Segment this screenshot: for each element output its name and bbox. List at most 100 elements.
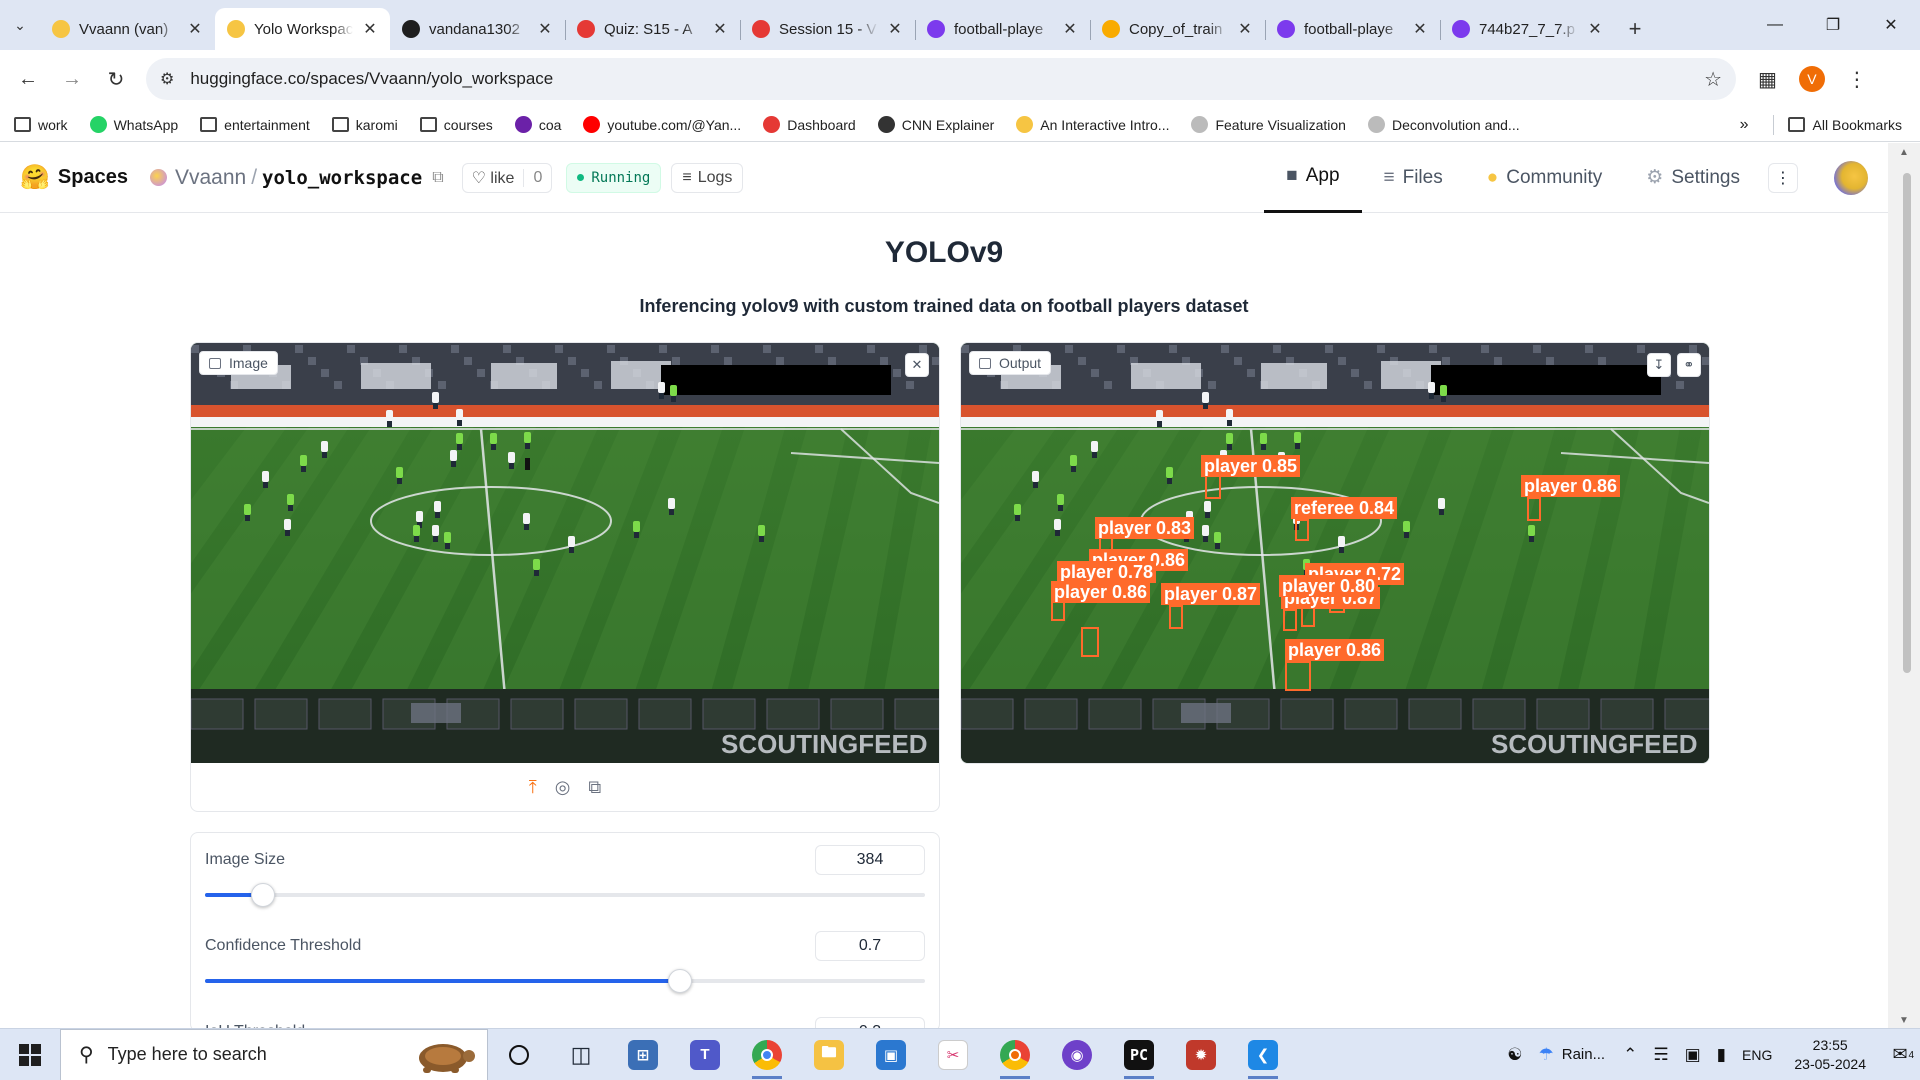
nav-tab-files[interactable]: ≡ Files (1362, 143, 1465, 213)
browser-tab[interactable]: vandana1302 ✕ (390, 8, 565, 50)
bookmark-item[interactable]: Feature Visualization (1191, 116, 1346, 133)
close-tab-icon[interactable]: ✕ (712, 19, 728, 39)
slider-number-input[interactable]: 0.7 (815, 931, 925, 961)
close-window-button[interactable]: ✕ (1862, 0, 1920, 50)
bookmark-item[interactable]: coa (514, 116, 561, 133)
webcam-icon[interactable]: ◎ (555, 777, 571, 798)
clipboard-icon[interactable]: ⧉ (588, 777, 601, 798)
bookmark-item[interactable]: An Interactive Intro... (1016, 116, 1169, 133)
input-football-image[interactable]: SCOUTINGFEED (191, 343, 939, 763)
close-tab-icon[interactable]: ✕ (537, 19, 553, 39)
game-app-icon[interactable]: ✹ (1170, 1029, 1232, 1080)
slider-number-input[interactable]: 384 (815, 845, 925, 875)
spaces-link[interactable]: Spaces (58, 166, 128, 189)
scroll-thumb[interactable] (1903, 173, 1911, 673)
new-tab-button[interactable]: + (1615, 8, 1655, 50)
weather-text[interactable]: Rain... (1562, 1046, 1605, 1063)
file-explorer-icon[interactable]: 🖿 (798, 1029, 860, 1080)
hf-logo-icon[interactable]: 🤗 (20, 163, 50, 192)
bookmark-item[interactable]: CNN Explainer (877, 116, 994, 133)
nav-tab-community[interactable]: ● Community (1465, 143, 1625, 213)
task-view-icon[interactable]: ◫ (550, 1029, 612, 1080)
like-button[interactable]: ♡ like 0 (461, 162, 553, 193)
bookmark-star-icon[interactable]: ☆ (1704, 67, 1722, 92)
calculator-icon[interactable]: ⊞ (612, 1029, 674, 1080)
status-badge[interactable]: Running (566, 162, 662, 193)
clear-image-button[interactable]: ✕ (905, 353, 929, 377)
nav-tab-settings[interactable]: ⚙ Settings (1624, 143, 1762, 213)
bookmark-item[interactable]: entertainment (200, 117, 310, 133)
network-icon[interactable]: ☴ (1645, 1045, 1676, 1065)
browser-tab[interactable]: Vvaann (van) ✕ (40, 8, 215, 50)
meet-icon[interactable]: ▣ (1677, 1045, 1709, 1065)
site-info-icon[interactable]: ⚙ (160, 69, 174, 89)
close-tab-icon[interactable]: ✕ (1412, 19, 1428, 39)
bookmark-item[interactable]: work (14, 117, 68, 133)
browser-tab[interactable]: Session 15 - V ✕ (740, 8, 915, 50)
forward-button[interactable]: → (54, 61, 90, 97)
page-scrollbar[interactable]: ▲ ▼ (1888, 143, 1920, 1028)
scroll-up-arrow[interactable]: ▲ (1888, 147, 1920, 158)
more-bookmarks-icon[interactable]: » (1740, 116, 1749, 134)
slider-number-input[interactable]: 0.3 (815, 1017, 925, 1028)
cortana-icon[interactable] (488, 1029, 550, 1080)
close-tab-icon[interactable]: ✕ (362, 19, 378, 39)
taskbar-search[interactable]: ⚲ Type here to search (60, 1028, 488, 1080)
upload-icon[interactable]: ⤒ (529, 777, 537, 798)
more-options-icon[interactable]: ⋮ (1768, 162, 1798, 193)
maximize-button[interactable]: ❐ (1804, 0, 1862, 50)
bookmark-item[interactable]: Dashboard (763, 116, 856, 133)
repo-name[interactable]: yolo_workspace (262, 167, 422, 189)
download-button[interactable]: ↧ (1647, 353, 1671, 377)
all-bookmarks-button[interactable]: All Bookmarks (1787, 117, 1902, 133)
browser-tab[interactable]: football-playe ✕ (915, 8, 1090, 50)
vscode-icon[interactable]: ❮ (1232, 1029, 1294, 1080)
bookmark-item[interactable]: karomi (331, 117, 398, 133)
tray-chevron-icon[interactable]: ⌃ (1615, 1045, 1645, 1065)
notification-icon[interactable]: ✉ 4 (1880, 1044, 1920, 1065)
bookmark-item[interactable]: WhatsApp (89, 116, 178, 133)
chrome-profile-icon[interactable] (984, 1029, 1046, 1080)
slider-handle[interactable] (250, 883, 275, 907)
github-desktop-icon[interactable]: ◉ (1046, 1029, 1108, 1080)
weather-icon[interactable]: ☂ (1531, 1045, 1562, 1065)
close-tab-icon[interactable]: ✕ (1237, 19, 1253, 39)
language-indicator[interactable]: ENG (1734, 1047, 1780, 1063)
slider-track[interactable] (205, 969, 925, 993)
reload-button[interactable]: ↻ (98, 61, 134, 97)
close-tab-icon[interactable]: ✕ (1587, 19, 1603, 39)
teams-icon[interactable]: T (674, 1029, 736, 1080)
browser-tab[interactable]: Yolo Workspace ✕ (215, 8, 390, 50)
logs-button[interactable]: ≡ Logs (671, 162, 744, 193)
browser-tab[interactable]: Copy_of_train ✕ (1090, 8, 1265, 50)
close-tab-icon[interactable]: ✕ (1062, 19, 1078, 39)
browser-tab[interactable]: 744b27_7_7.p ✕ (1440, 8, 1615, 50)
extensions-icon[interactable]: ▦ (1758, 67, 1777, 92)
user-avatar[interactable] (1834, 160, 1868, 195)
close-tab-icon[interactable]: ✕ (887, 19, 903, 39)
scroll-down-arrow[interactable]: ▼ (1888, 1015, 1920, 1026)
minimize-button[interactable]: — (1746, 0, 1804, 50)
address-bar[interactable]: ⚙ huggingface.co/spaces/Vvaann/yolo_work… (146, 58, 1736, 100)
profile-avatar[interactable]: V (1798, 66, 1825, 92)
nav-tab-app[interactable]: ■ App (1264, 143, 1362, 213)
close-tab-icon[interactable]: ✕ (187, 19, 203, 39)
owner-link[interactable]: Vvaann (175, 166, 246, 190)
back-button[interactable]: ← (10, 61, 46, 97)
start-button[interactable] (0, 1029, 60, 1080)
battery-icon[interactable]: ▮ (1709, 1045, 1734, 1065)
slider-track[interactable] (205, 883, 925, 907)
browser-menu-icon[interactable]: ⋮ (1847, 67, 1867, 92)
bookmark-item[interactable]: youtube.com/@Yan... (583, 116, 741, 133)
tab-search-button[interactable]: ⌄ (0, 0, 40, 50)
url-text[interactable]: huggingface.co/spaces/Vvaann/yolo_worksp… (190, 69, 1704, 89)
snipping-tool-icon[interactable]: ✂ (922, 1029, 984, 1080)
browser-tab[interactable]: Quiz: S15 - A ✕ (565, 8, 740, 50)
slider-handle[interactable] (668, 969, 693, 993)
bookmark-item[interactable]: Deconvolution and... (1367, 116, 1520, 133)
pycharm-icon[interactable]: PC (1108, 1029, 1170, 1080)
people-icon[interactable]: ☯ (1499, 1045, 1530, 1065)
browser-tab[interactable]: football-playe ✕ (1265, 8, 1440, 50)
share-button[interactable]: ⚭ (1677, 353, 1701, 377)
bookmark-item[interactable]: courses (419, 117, 493, 133)
